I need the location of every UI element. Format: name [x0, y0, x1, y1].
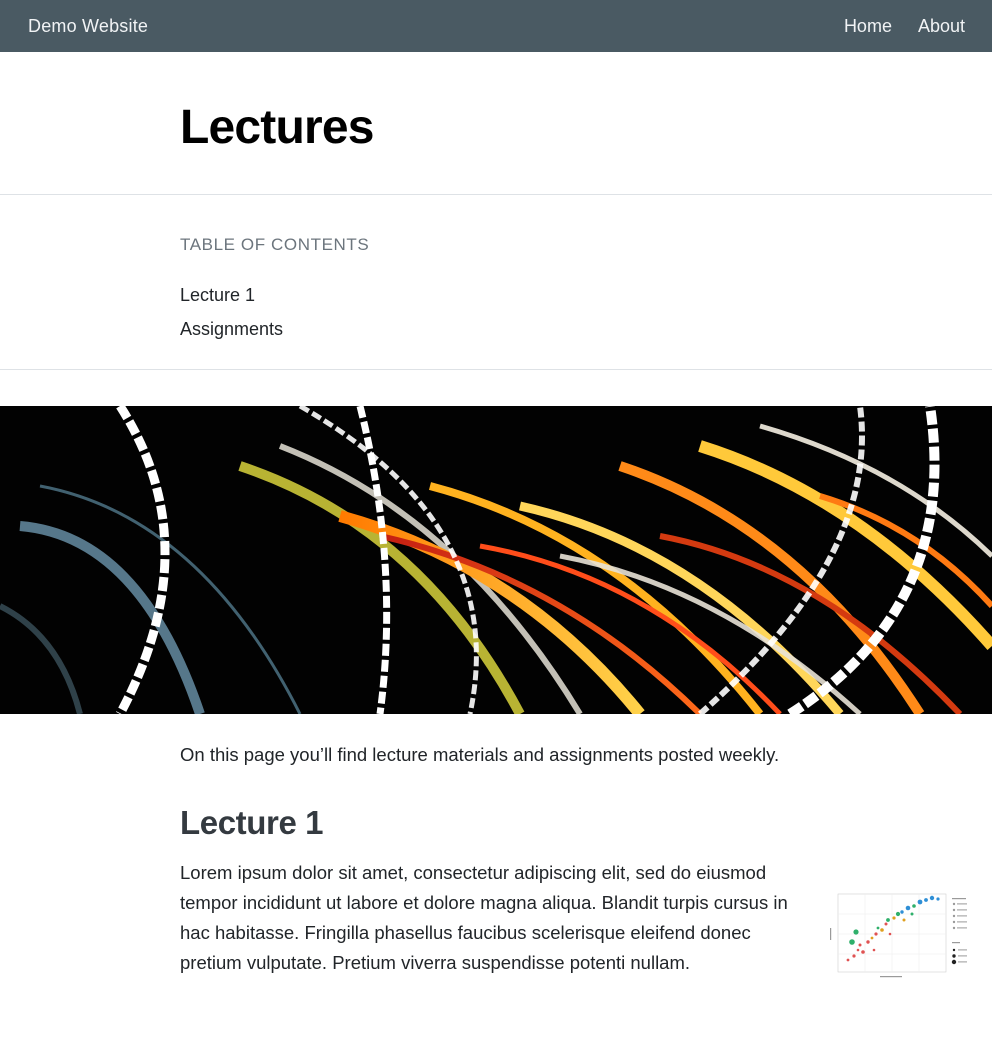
table-of-contents: TABLE OF CONTENTS Lecture 1 Assignments — [0, 195, 992, 370]
main-content: On this page you’ll find lecture materia… — [180, 740, 805, 978]
title-block: Lectures — [0, 52, 992, 195]
light-trails-image — [0, 406, 992, 714]
scatter-plot-image — [828, 890, 973, 982]
page-title: Lectures — [180, 101, 374, 154]
nav-link-home[interactable]: Home — [844, 16, 892, 37]
hero-banner — [0, 406, 992, 714]
section-heading-lecture-1: Lecture 1 — [180, 804, 324, 841]
toc-item-assignments[interactable]: Assignments — [180, 312, 283, 346]
toc-list: Lecture 1 Assignments — [180, 278, 283, 346]
brand-link[interactable]: Demo Website — [28, 16, 148, 37]
scatter-plot-thumbnail-icon[interactable] — [828, 890, 973, 982]
nav-links: Home About — [844, 16, 965, 37]
nav-link-about[interactable]: About — [918, 16, 965, 37]
intro-paragraph: On this page you’ll find lecture materia… — [180, 744, 780, 765]
toc-item-lecture-1[interactable]: Lecture 1 — [180, 278, 283, 312]
navbar: Demo Website Home About — [0, 0, 992, 52]
toc-heading: TABLE OF CONTENTS — [180, 235, 370, 254]
lecture-1-body: Lorem ipsum dolor sit amet, consectetur … — [180, 862, 788, 973]
